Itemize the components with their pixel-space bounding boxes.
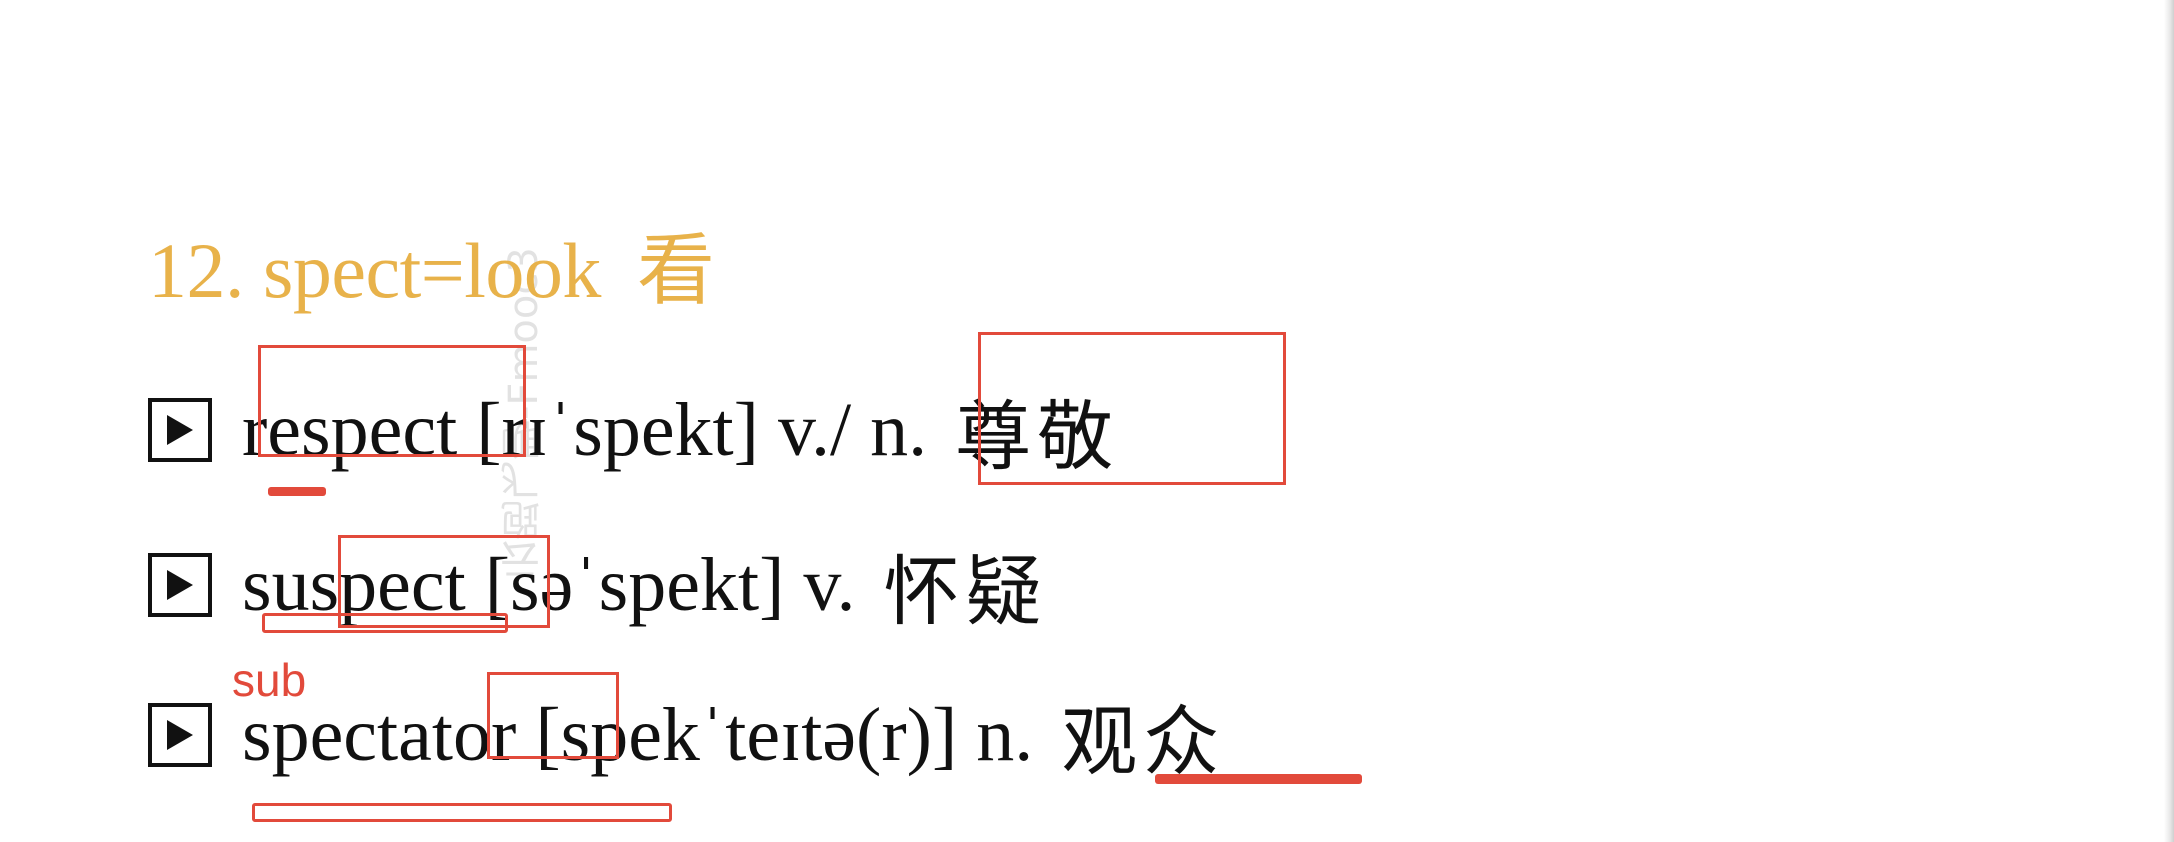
vocab-pos: v. [803,542,856,627]
slide-title: 12. spect=look 看 [148,208,715,320]
title-text: 12. spect=look [148,227,601,314]
vocab-row-spectator: spectator [spekˈteɪtə(r)] n. 观众 [148,680,1225,790]
annotation-underline-suspect [262,613,508,633]
slide-right-border [2164,0,2174,842]
play-triangle-icon [167,720,193,750]
annotation-underline-re [268,487,326,496]
play-triangle-icon [167,415,193,445]
vocab-pos: n. [976,692,1034,777]
handwritten-note-sub: sub [232,654,307,706]
annotation-box-spectator-suffix [487,672,619,759]
play-icon[interactable] [148,398,212,462]
annotation-underline-spectator [252,803,672,822]
title-chinese: 看 [636,227,715,314]
vocab-meaning: 怀疑 [883,551,1048,635]
annotation-underline-audience [1155,774,1362,784]
annotation-box-respect-root [258,345,526,457]
vocab-pos: v./ n. [777,387,928,472]
play-icon[interactable] [148,553,212,617]
play-triangle-icon [167,570,193,600]
play-icon[interactable] [148,703,212,767]
annotation-box-respect-meaning [978,332,1286,485]
